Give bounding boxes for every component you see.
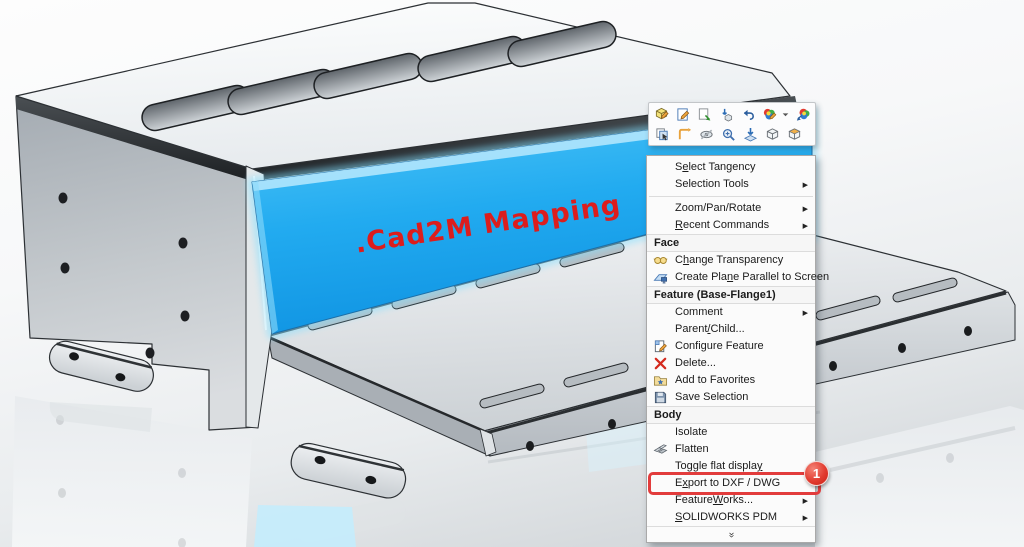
delete-icon (653, 356, 668, 371)
menu-item-label: Configure Feature (675, 340, 764, 352)
menu-header-face: Face (647, 234, 815, 252)
material-icon[interactable] (791, 105, 813, 124)
context-toolbar (648, 102, 816, 146)
plane-screen-icon (653, 270, 668, 285)
menu-item-delete[interactable]: Delete... (647, 355, 815, 372)
menu-header-feature-base-flange1: Feature (Base-Flange1) (647, 286, 815, 304)
menu-item-label: Recent Commands (675, 219, 769, 231)
appearances-icon[interactable] (759, 105, 781, 124)
viewport-3d: .Cad2M Mapping (0, 0, 1024, 547)
menu-item-label: Parent/Child... (675, 323, 745, 335)
menu-item-zoom-pan-rotate[interactable]: Zoom/Pan/Rotate ▶ (647, 200, 815, 217)
context-menu: Select TangencySelection Tools▶Zoom/Pan/… (646, 155, 816, 543)
configure-feature-icon (653, 339, 668, 354)
menu-more-chevron[interactable]: » (647, 526, 815, 542)
menu-item-label: Flatten (675, 443, 709, 455)
menu-item-select-tangency[interactable]: Select Tangency (647, 159, 815, 176)
menu-item-label: Selection Tools (675, 178, 749, 190)
menu-item-label: Isolate (675, 426, 707, 438)
section-view-icon[interactable] (783, 125, 805, 144)
convert-entities-icon[interactable] (673, 125, 695, 144)
menu-item-solidworks-pdm[interactable]: SOLIDWORKS PDM ▶ (647, 509, 815, 526)
submenu-arrow-icon: ▶ (803, 218, 808, 235)
menu-item-save-selection[interactable]: Save Selection (647, 389, 815, 406)
menu-item-label: Delete... (675, 357, 716, 369)
zoom-to-selection-icon[interactable] (717, 125, 739, 144)
menu-item-label: Create Plane Parallel to Screen (675, 271, 829, 283)
menu-item-add-to-favorites[interactable]: Add to Favorites (647, 372, 815, 389)
menu-item-create-plane-parallel-to-screen[interactable]: Create Plane Parallel to Screen (647, 269, 815, 286)
save-selection-icon (653, 390, 668, 405)
menu-item-label: FeatureWorks... (675, 494, 753, 506)
favorites-icon (653, 373, 668, 388)
edit-feature-icon[interactable] (651, 105, 673, 124)
submenu-arrow-icon: ▶ (803, 510, 808, 527)
menu-item-label: Change Transparency (675, 254, 783, 266)
menu-item-label: Toggle flat display (675, 460, 762, 472)
arrow-down-part-icon[interactable] (716, 105, 738, 124)
submenu-arrow-icon: ▶ (803, 305, 808, 322)
menu-item-label: SOLIDWORKS PDM (675, 511, 777, 523)
menu-item-selection-tools[interactable]: Selection Tools ▶ (647, 176, 815, 193)
menu-item-change-transparency[interactable]: Change Transparency (647, 252, 815, 269)
menu-item-isolate[interactable]: Isolate (647, 424, 815, 441)
menu-separator (649, 196, 813, 197)
flatten-icon (653, 442, 668, 457)
menu-item-label: Comment (675, 306, 723, 318)
enclosure-mounting-foot (46, 338, 157, 395)
menu-item-flatten[interactable]: Flatten (647, 441, 815, 458)
edit-sketch-icon[interactable] (673, 105, 695, 124)
blue-face-reflection (254, 505, 356, 547)
tray-mounting-foot (288, 440, 409, 501)
menu-item-featureworks[interactable]: FeatureWorks... ▶ (647, 492, 815, 509)
dropdown-caret-icon[interactable] (781, 105, 792, 124)
solidworks-viewport: .Cad2M Mapping Select Tangency Selection … (0, 0, 1024, 547)
menu-item-label: Zoom/Pan/Rotate (675, 202, 761, 214)
insert-sketch-icon[interactable] (694, 105, 716, 124)
submenu-arrow-icon: ▶ (803, 177, 808, 194)
menu-item-parent-child[interactable]: Parent/Child... (647, 321, 815, 338)
undo-icon[interactable] (737, 105, 759, 124)
submenu-arrow-icon: ▶ (803, 201, 808, 218)
annotation-badge: 1 (804, 461, 829, 486)
menu-item-comment[interactable]: Comment ▶ (647, 304, 815, 321)
toolbar-row (651, 104, 813, 124)
menu-item-label: Export to DXF / DWG (675, 477, 780, 489)
menu-item-label: Select Tangency (675, 161, 756, 173)
view-orientation-icon[interactable] (761, 125, 783, 144)
hide-icon[interactable] (695, 125, 717, 144)
menu-item-label: Save Selection (675, 391, 748, 403)
menu-item-recent-commands[interactable]: Recent Commands ▶ (647, 217, 815, 234)
submenu-arrow-icon: ▶ (803, 493, 808, 510)
toolbar-row (651, 124, 813, 144)
menu-item-configure-feature[interactable]: Configure Feature (647, 338, 815, 355)
normal-to-icon[interactable] (739, 125, 761, 144)
menu-item-label: Add to Favorites (675, 374, 755, 386)
menu-item-export-to-dxf-dwg[interactable]: Export to DXF / DWG1 (647, 475, 815, 492)
menu-header-body: Body (647, 406, 815, 424)
transparency-icon (653, 253, 668, 268)
menu-item-toggle-flat-display[interactable]: Toggle flat display (647, 458, 815, 475)
more-chevron-icon: » (724, 532, 738, 538)
select-other-icon[interactable] (651, 125, 673, 144)
